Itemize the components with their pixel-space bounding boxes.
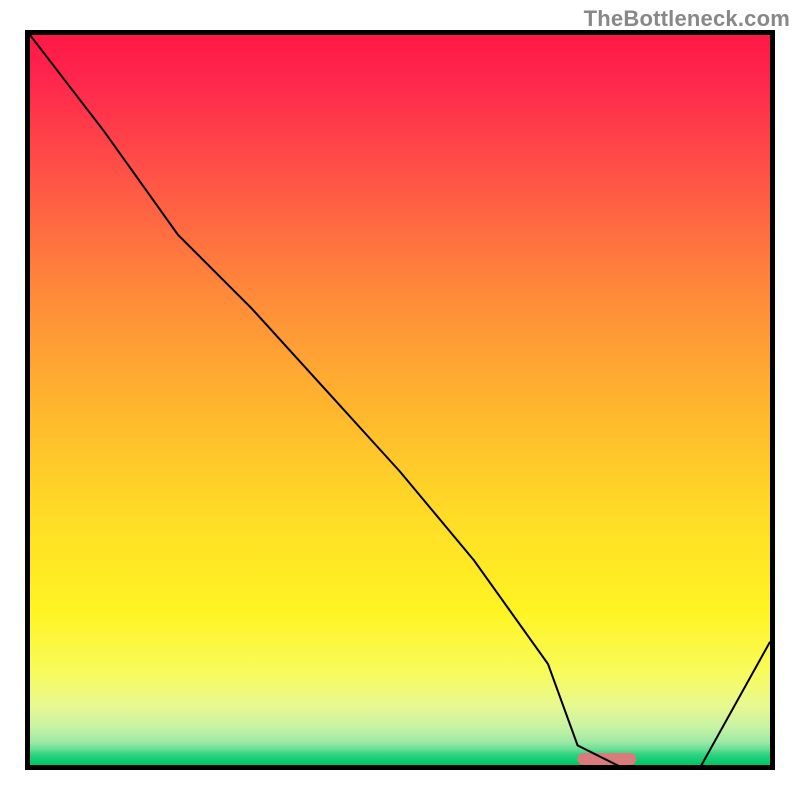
- plot-frame: [25, 30, 775, 770]
- watermark-text: TheBottleneck.com: [584, 6, 790, 32]
- chart-container: TheBottleneck.com: [0, 0, 800, 800]
- bottleneck-curve: [30, 35, 770, 770]
- plot-inner: [30, 35, 770, 765]
